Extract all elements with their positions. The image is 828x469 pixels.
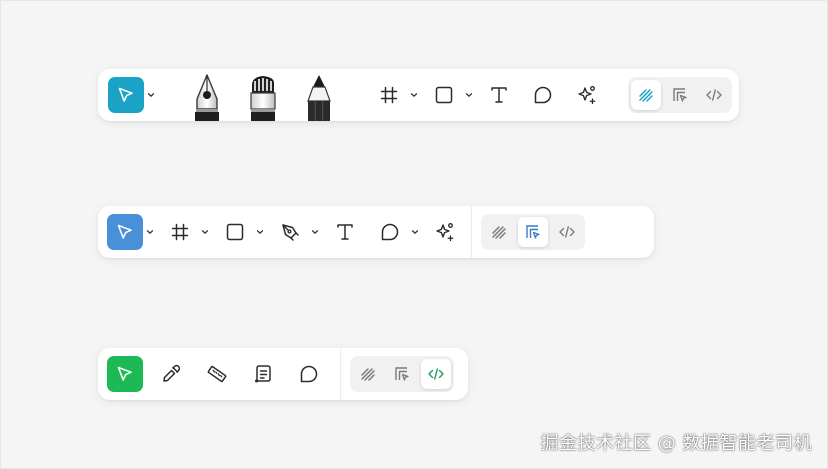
chevron-down-icon [256, 230, 264, 234]
comment-tool-button[interactable] [372, 214, 408, 250]
cursor-icon [117, 224, 132, 239]
pen-tool-dropdown[interactable] [309, 222, 321, 242]
text-icon [337, 224, 353, 240]
move-tool-button[interactable] [107, 356, 143, 392]
move-tool-button[interactable] [108, 77, 144, 113]
move-tool-button[interactable] [107, 214, 143, 250]
mode-switcher [350, 356, 454, 392]
marker-tool[interactable] [246, 73, 280, 121]
dev-mode-toolbar [98, 348, 468, 400]
draw-mode-button[interactable] [484, 217, 514, 247]
design-mode-button[interactable] [387, 359, 417, 389]
rectangle-tool-dropdown[interactable] [254, 222, 266, 242]
eyedropper-icon [163, 364, 181, 382]
ai-actions-button[interactable] [569, 77, 605, 113]
comment-icon [300, 365, 318, 383]
comment-icon [381, 223, 399, 241]
pen-nib-icon [282, 224, 299, 241]
fountain-pen-icon [195, 74, 219, 121]
draw-squiggle-icon [492, 226, 506, 239]
rectangle-tool-button[interactable] [426, 77, 462, 113]
frame-tool-dropdown[interactable] [408, 85, 420, 105]
move-tool-dropdown[interactable] [144, 222, 156, 242]
frame-tool-button[interactable] [162, 214, 198, 250]
design-mode-toolbar [98, 206, 654, 258]
text-icon [491, 87, 507, 103]
measure-tool-button[interactable] [199, 356, 235, 392]
chevron-down-icon [411, 230, 419, 234]
chevron-down-icon [410, 93, 418, 97]
rectangle-tool-dropdown[interactable] [463, 85, 475, 105]
frame-tool-dropdown[interactable] [199, 222, 211, 242]
draw-squiggle-icon [639, 89, 653, 102]
design-layout-icon [526, 225, 540, 239]
fountain-pen-tool[interactable] [190, 73, 224, 121]
rectangle-tool-button[interactable] [217, 214, 253, 250]
comment-tool-button[interactable] [291, 356, 327, 392]
rectangle-icon [435, 86, 453, 104]
chevron-down-icon [147, 93, 155, 97]
marker-icon [250, 76, 276, 121]
dev-mode-button[interactable] [699, 80, 729, 110]
dev-mode-button[interactable] [421, 359, 451, 389]
sparkle-icon [578, 86, 596, 105]
ai-actions-button[interactable] [427, 214, 463, 250]
code-icon [706, 89, 722, 101]
text-tool-button[interactable] [481, 77, 517, 113]
sparkle-icon [436, 223, 454, 242]
annotate-tool-button[interactable] [245, 356, 281, 392]
mode-switcher [481, 214, 585, 250]
mode-switcher [628, 77, 732, 113]
frame-tool-button[interactable] [371, 77, 407, 113]
code-icon [559, 226, 575, 238]
code-icon [428, 368, 444, 380]
text-tool-button[interactable] [327, 214, 363, 250]
comment-icon [534, 86, 552, 104]
draw-mode-button[interactable] [631, 80, 661, 110]
annotation-icon [255, 365, 271, 383]
pencil-icon [307, 75, 331, 121]
draw-mode-button[interactable] [353, 359, 383, 389]
frame-icon [380, 86, 398, 104]
rectangle-icon [226, 223, 244, 241]
design-mode-button[interactable] [665, 80, 695, 110]
cursor-icon [118, 87, 133, 102]
cursor-icon [117, 366, 132, 381]
ruler-icon [207, 365, 227, 383]
design-layout-icon [673, 88, 687, 102]
chevron-down-icon [146, 230, 154, 234]
dev-mode-button[interactable] [552, 217, 582, 247]
chevron-down-icon [465, 93, 473, 97]
chevron-down-icon [201, 230, 209, 234]
design-layout-icon [395, 367, 409, 381]
watermark-text: 掘金技术社区 @ 数据智能老司机 [540, 433, 812, 454]
pen-tool-button[interactable] [272, 214, 308, 250]
frame-icon [171, 223, 189, 241]
chevron-down-icon [311, 230, 319, 234]
draw-mode-toolbar [98, 69, 739, 121]
move-tool-dropdown[interactable] [145, 85, 157, 105]
comment-tool-dropdown[interactable] [409, 222, 421, 242]
design-mode-button[interactable] [518, 217, 548, 247]
pencil-tool[interactable] [302, 73, 336, 121]
color-picker-button[interactable] [153, 356, 189, 392]
draw-squiggle-icon [361, 368, 375, 381]
comment-tool-button[interactable] [525, 77, 561, 113]
